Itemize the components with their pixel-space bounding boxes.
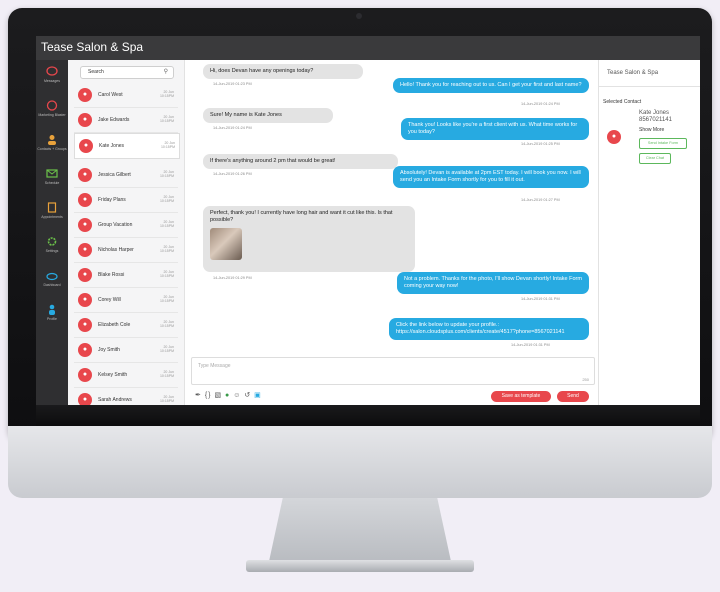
message-incoming: If there's anything around 2 pm that wou…: [203, 154, 398, 169]
brackets-icon[interactable]: {}: [205, 392, 212, 399]
avatar: ●: [78, 218, 92, 232]
contact-item[interactable]: ● Elizabeth Cole 20 Jun 10:15PM: [74, 313, 178, 338]
message-input[interactable]: Type Message 250: [191, 357, 595, 385]
contact-phone: 8567021141: [639, 117, 672, 123]
message-timestamp: 14-Jun-2019 01:26 PM: [213, 172, 252, 176]
message-outgoing: Absolutely! Devan is available at 2pm ES…: [393, 166, 589, 188]
selected-contact-label: Selected Contact: [603, 99, 642, 105]
panel-title: Tease Salon & Spa: [607, 70, 659, 76]
send-button[interactable]: Send: [557, 391, 589, 402]
contact-item[interactable]: ● Jessica Gilbert 20 Jun 10:15PM: [74, 163, 178, 188]
contact-details-panel: Tease Salon & Spa Selected Contact ● Kat…: [598, 60, 700, 405]
contact-item[interactable]: ● Carol West 20 Jun 10:15PM: [74, 83, 178, 108]
rail-item-schedule[interactable]: Schedule: [36, 168, 68, 196]
char-count: 250: [582, 377, 589, 382]
avatar: ●: [78, 343, 92, 357]
search-icon[interactable]: ⚲: [164, 68, 168, 75]
cloud-icon: [45, 270, 59, 282]
message-timestamp: 14-Jun-2019 01:31 PM: [511, 343, 550, 347]
message-timestamp: 14-Jun-2019 01:27 PM: [521, 198, 560, 202]
divider: [599, 86, 700, 87]
gear-icon: [45, 236, 59, 248]
avatar: ●: [78, 268, 92, 282]
message-incoming: Hi, does Devan have any openings today?: [203, 64, 363, 79]
camera-dot: [356, 13, 362, 19]
avatar: ●: [78, 393, 92, 405]
contact-item[interactable]: ● Nicholas Harper 20 Jun 10:15PM: [74, 238, 178, 263]
avatar: ●: [78, 368, 92, 382]
contact-item[interactable]: ● Jake Edwards 20 Jun 10:15PM: [74, 108, 178, 133]
send-intake-form-button[interactable]: Send Intake Form: [639, 138, 687, 149]
monitor-stand: [268, 498, 452, 566]
title-bar: Tease Salon & Spa: [36, 36, 700, 60]
contact-item[interactable]: ● Sarah Andrews 20 Jun 10:15PM: [74, 388, 178, 405]
monitor-base: [246, 560, 474, 572]
compose-toolbar: ✒ {} ▧ ● ☺ ↺ ▣: [195, 391, 262, 399]
document-icon: [45, 202, 59, 214]
show-more-link[interactable]: Show More: [639, 127, 664, 133]
save-template-button[interactable]: Save as template: [491, 391, 551, 402]
contact-item[interactable]: ● Blake Rossi 20 Jun 10:15PM: [74, 263, 178, 288]
emoji-icon[interactable]: ☺: [233, 392, 241, 399]
message-timestamp: 14-Jun-2019 01:23 PM: [213, 82, 252, 86]
rail-item-profile[interactable]: Profile: [36, 304, 68, 332]
envelope-icon: [45, 168, 59, 180]
rail-item-settings[interactable]: Settings: [36, 236, 68, 264]
contact-item[interactable]: ● Group Vacation 20 Jun 10:15PM: [74, 213, 178, 238]
contact-item[interactable]: ● Friday Plans 20 Jun 10:15PM: [74, 188, 178, 213]
chat-pane: Hi, does Devan have any openings today? …: [185, 60, 597, 405]
chat-bubble-icon: [45, 66, 59, 78]
person-tag-icon[interactable]: ●: [225, 392, 230, 399]
message-outgoing: Not a problem. Thanks for the photo, I'l…: [397, 272, 589, 294]
people-icon: [45, 134, 59, 146]
avatar: ●: [78, 243, 92, 257]
message-incoming: Sure! My name is Kate Jones: [203, 108, 333, 123]
message-incoming: Perfect, thank you! I currently have lon…: [203, 206, 415, 272]
search-input[interactable]: Search ⚲: [80, 66, 174, 79]
contact-name: Kate Jones: [639, 110, 670, 116]
monitor-chin: [8, 426, 712, 498]
contact-item-selected[interactable]: ● Kate Jones 20 Jun 10:15PM: [74, 133, 180, 159]
contact-item[interactable]: ● Kelsey Smith 20 Jun 10:15PM: [74, 363, 178, 388]
contact-item[interactable]: ● Joy Smith 20 Jun 10:15PM: [74, 338, 178, 363]
message-timestamp: 14-Jun-2019 01:29 PM: [213, 276, 252, 280]
avatar: ●: [79, 139, 93, 153]
rail-item-messages[interactable]: Messages: [36, 66, 68, 94]
megaphone-icon: [45, 100, 59, 112]
contact-item[interactable]: ● Corey Will 20 Jun 10:15PM: [74, 288, 178, 313]
rail-item-marketing[interactable]: Marketing Blaster: [36, 100, 68, 128]
app-title: Tease Salon & Spa: [41, 40, 144, 54]
message-outgoing: Click the link below to update your prof…: [389, 318, 589, 340]
avatar: ●: [78, 88, 92, 102]
avatar: ●: [607, 130, 621, 144]
avatar: ●: [78, 318, 92, 332]
attach-icon[interactable]: ✒: [195, 392, 202, 399]
message-timestamp: 14-Jun-2019 01:25 PM: [521, 142, 560, 146]
message-timestamp: 14-Jun-2019 01:31 PM: [521, 297, 560, 301]
contact-list: Search ⚲ ● Carol West 20 Jun 10:15PM ● Jake…: [68, 60, 185, 405]
screen-bottom-bezel: [36, 405, 700, 426]
message-timestamp: 14-Jun-2019 01:24 PM: [213, 126, 252, 130]
avatar: ●: [78, 293, 92, 307]
avatar: ●: [78, 113, 92, 127]
rail-item-contacts[interactable]: Contacts + Groups: [36, 134, 68, 162]
clear-chat-button[interactable]: Clear Chat: [639, 153, 671, 164]
rail-item-dashboard[interactable]: Dashboard: [36, 270, 68, 298]
message-outgoing: Hello! Thank you for reaching out to us.…: [393, 78, 589, 93]
avatar: ●: [78, 168, 92, 182]
app-screen: Tease Salon & Spa Messages Marketing Bla…: [36, 36, 700, 405]
nav-rail: Messages Marketing Blaster Contacts + Gr…: [36, 60, 68, 405]
person-icon: [45, 304, 59, 316]
clipboard-icon[interactable]: ▧: [214, 392, 222, 399]
undo-icon[interactable]: ↺: [244, 392, 251, 399]
rail-item-appointments[interactable]: Appointments: [36, 202, 68, 230]
avatar: ●: [78, 193, 92, 207]
message-outgoing: Thank you! Looks like you're a first cli…: [401, 118, 589, 140]
message-timestamp: 14-Jun-2019 01:24 PM: [521, 102, 560, 106]
image-icon[interactable]: ▣: [254, 392, 262, 399]
attached-photo[interactable]: [210, 228, 242, 260]
